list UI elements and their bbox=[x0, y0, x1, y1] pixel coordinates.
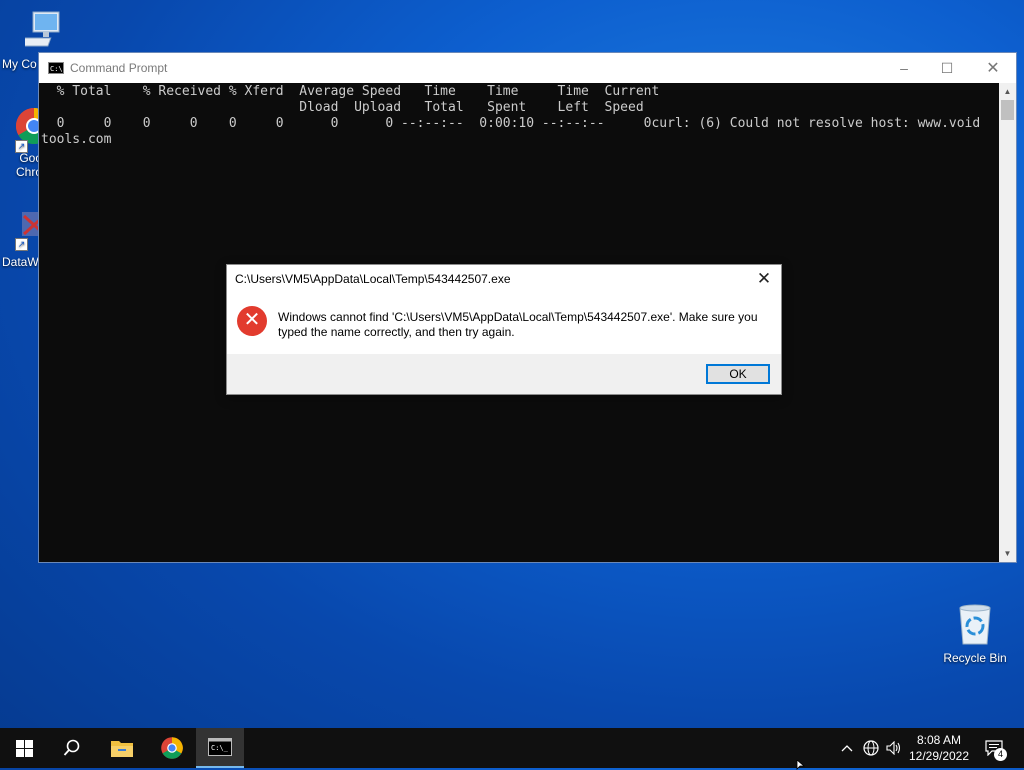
close-button[interactable]: ✕ bbox=[970, 53, 1016, 83]
network-button[interactable] bbox=[861, 728, 881, 768]
shortcut-arrow-icon: ↗ bbox=[15, 238, 28, 251]
clock-date: 12/29/2022 bbox=[908, 749, 970, 763]
vertical-scrollbar[interactable]: ▲ ▼ bbox=[999, 83, 1016, 562]
shortcut-arrow-icon: ↗ bbox=[15, 140, 28, 153]
desktop-icon-label: Recycle Bin bbox=[943, 651, 1007, 665]
search-icon bbox=[63, 739, 80, 756]
svg-text:C:\_: C:\_ bbox=[211, 744, 229, 752]
close-icon[interactable]: ✕ bbox=[751, 267, 777, 291]
globe-icon bbox=[863, 740, 879, 756]
desktop-icon-label: DataW bbox=[2, 255, 39, 269]
scrollbar-thumb[interactable] bbox=[1001, 100, 1014, 120]
minimize-button[interactable]: – bbox=[881, 53, 927, 83]
console-line: % Total % Received % Xferd Average Speed… bbox=[41, 84, 660, 99]
desktop-icon-recycle-bin[interactable]: Recycle Bin bbox=[938, 602, 1012, 665]
scroll-up-icon[interactable]: ▲ bbox=[999, 83, 1016, 100]
search-button[interactable] bbox=[48, 728, 96, 768]
start-button[interactable] bbox=[0, 728, 48, 768]
dialog-message: Windows cannot find 'C:\Users\VM5\AppDat… bbox=[278, 310, 758, 339]
recycle-bin-icon bbox=[959, 604, 991, 645]
console-line: tools.com bbox=[41, 132, 112, 147]
computer-icon bbox=[14, 11, 59, 47]
dialog-content-area: C:\Users\VM5\AppData\Local\Temp\54344250… bbox=[227, 265, 781, 354]
desktop-icon-google-chrome[interactable]: ↗ Goo Chro bbox=[2, 106, 53, 179]
windows-logo-icon bbox=[15, 739, 33, 757]
dialog-title: C:\Users\VM5\AppData\Local\Temp\54344250… bbox=[235, 272, 511, 286]
volume-button[interactable] bbox=[884, 728, 904, 768]
console-line: 0 0 0 0 0 0 0 0 --:--:-- 0:00:10 --:--:-… bbox=[41, 116, 981, 131]
command-prompt-taskbar-button[interactable]: C:\_ bbox=[196, 728, 244, 768]
file-explorer-button[interactable] bbox=[98, 728, 146, 768]
scroll-down-icon[interactable]: ▼ bbox=[999, 545, 1016, 562]
mouse-cursor-icon bbox=[796, 760, 806, 770]
notification-count-badge: 4 bbox=[994, 748, 1007, 761]
error-dialog[interactable]: C:\Users\VM5\AppData\Local\Temp\54344250… bbox=[226, 264, 782, 395]
clock-time: 8:08 AM bbox=[916, 733, 962, 747]
chrome-button[interactable] bbox=[148, 728, 196, 768]
error-icon: ✕ bbox=[237, 306, 267, 336]
desktop-icon-dataw[interactable]: ↗ DataW bbox=[2, 208, 46, 269]
clock[interactable]: 8:08 AM 12/29/2022 bbox=[904, 732, 974, 764]
folder-icon bbox=[111, 741, 133, 757]
taskbar: C:\_ 8:08 AM 12/29/2022 bbox=[0, 728, 1024, 768]
desktop-icon-label: Goo Chro bbox=[15, 151, 42, 179]
title-bar[interactable]: C:\ Command Prompt – ☐ ✕ bbox=[39, 53, 1016, 83]
cmd-icon: C:\_ bbox=[208, 738, 232, 756]
ok-button[interactable]: OK bbox=[706, 364, 770, 384]
window-title: Command Prompt bbox=[70, 61, 168, 75]
speaker-icon bbox=[886, 741, 901, 755]
console-line: Dload Upload Total Spent Left Speed bbox=[41, 100, 644, 115]
show-hidden-icons-button[interactable] bbox=[838, 728, 856, 768]
maximize-button[interactable]: ☐ bbox=[924, 53, 970, 83]
cmd-icon: C:\ bbox=[48, 62, 64, 74]
chevron-up-icon bbox=[841, 745, 853, 752]
chrome-icon bbox=[161, 737, 183, 759]
